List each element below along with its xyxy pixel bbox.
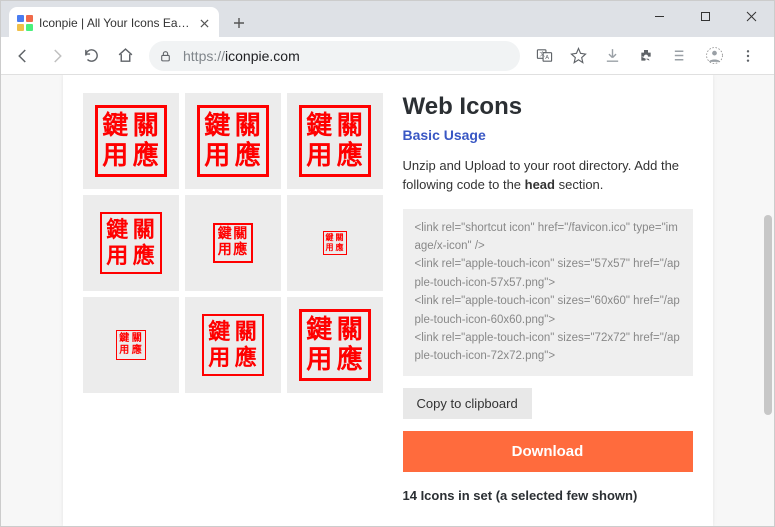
home-button[interactable] (109, 40, 141, 72)
reload-button[interactable] (75, 40, 107, 72)
copy-button[interactable]: Copy to clipboard (403, 388, 532, 419)
translate-icon[interactable]: 文A (528, 40, 560, 72)
page-content: 鍵關用應鍵關用應鍵關用應鍵關用應鍵關用應鍵關用應鍵關用應鍵關用應鍵關用應 Web… (63, 75, 713, 526)
menu-icon[interactable] (732, 40, 764, 72)
downloads-icon[interactable] (596, 40, 628, 72)
icon-preview[interactable]: 鍵關用應 (287, 195, 383, 291)
icon-preview[interactable]: 鍵關用應 (83, 297, 179, 393)
profile-icon[interactable] (698, 40, 730, 72)
titlebar: Iconpie | All Your Icons Easy As (1, 1, 774, 37)
favicon (17, 15, 33, 31)
icon-preview[interactable]: 鍵關用應 (83, 93, 179, 189)
new-tab-button[interactable] (225, 9, 253, 37)
tab-close-icon[interactable] (197, 16, 211, 30)
viewport: 鍵關用應鍵關用應鍵關用應鍵關用應鍵關用應鍵關用應鍵關用應鍵關用應鍵關用應 Web… (1, 75, 774, 526)
scrollbar-thumb[interactable] (764, 215, 772, 415)
page-title: Web Icons (403, 93, 693, 121)
minimize-button[interactable] (636, 1, 682, 31)
browser-tab[interactable]: Iconpie | All Your Icons Easy As (9, 7, 219, 39)
info-panel: Web Icons Basic Usage Unzip and Upload t… (403, 93, 693, 508)
description: Unzip and Upload to your root directory.… (403, 157, 693, 195)
svg-text:A: A (545, 55, 549, 61)
download-button[interactable]: Download (403, 431, 693, 472)
tab-title: Iconpie | All Your Icons Easy As (39, 16, 193, 30)
icon-grid: 鍵關用應鍵關用應鍵關用應鍵關用應鍵關用應鍵關用應鍵關用應鍵關用應鍵關用應 (83, 93, 383, 508)
extensions-icon[interactable] (630, 40, 662, 72)
reading-list-icon[interactable] (664, 40, 696, 72)
toolbar: https://iconpie.com 文A (1, 37, 774, 75)
maximize-button[interactable] (682, 1, 728, 31)
section-subtitle: Basic Usage (403, 127, 693, 143)
code-snippet: <link rel="shortcut icon" href="/favicon… (403, 209, 693, 376)
icon-preview[interactable]: 鍵關用應 (185, 195, 281, 291)
back-button[interactable] (7, 40, 39, 72)
icon-preview[interactable]: 鍵關用應 (185, 93, 281, 189)
icon-count-text: 14 Icons in set (a selected few shown) (403, 488, 693, 503)
icon-preview[interactable]: 鍵關用應 (83, 195, 179, 291)
bookmark-icon[interactable] (562, 40, 594, 72)
forward-button[interactable] (41, 40, 73, 72)
close-window-button[interactable] (728, 1, 774, 31)
lock-icon (159, 49, 173, 63)
url-text: https://iconpie.com (183, 48, 300, 64)
address-bar[interactable]: https://iconpie.com (149, 41, 520, 71)
icon-preview[interactable]: 鍵關用應 (287, 93, 383, 189)
icon-preview[interactable]: 鍵關用應 (287, 297, 383, 393)
icon-preview[interactable]: 鍵關用應 (185, 297, 281, 393)
